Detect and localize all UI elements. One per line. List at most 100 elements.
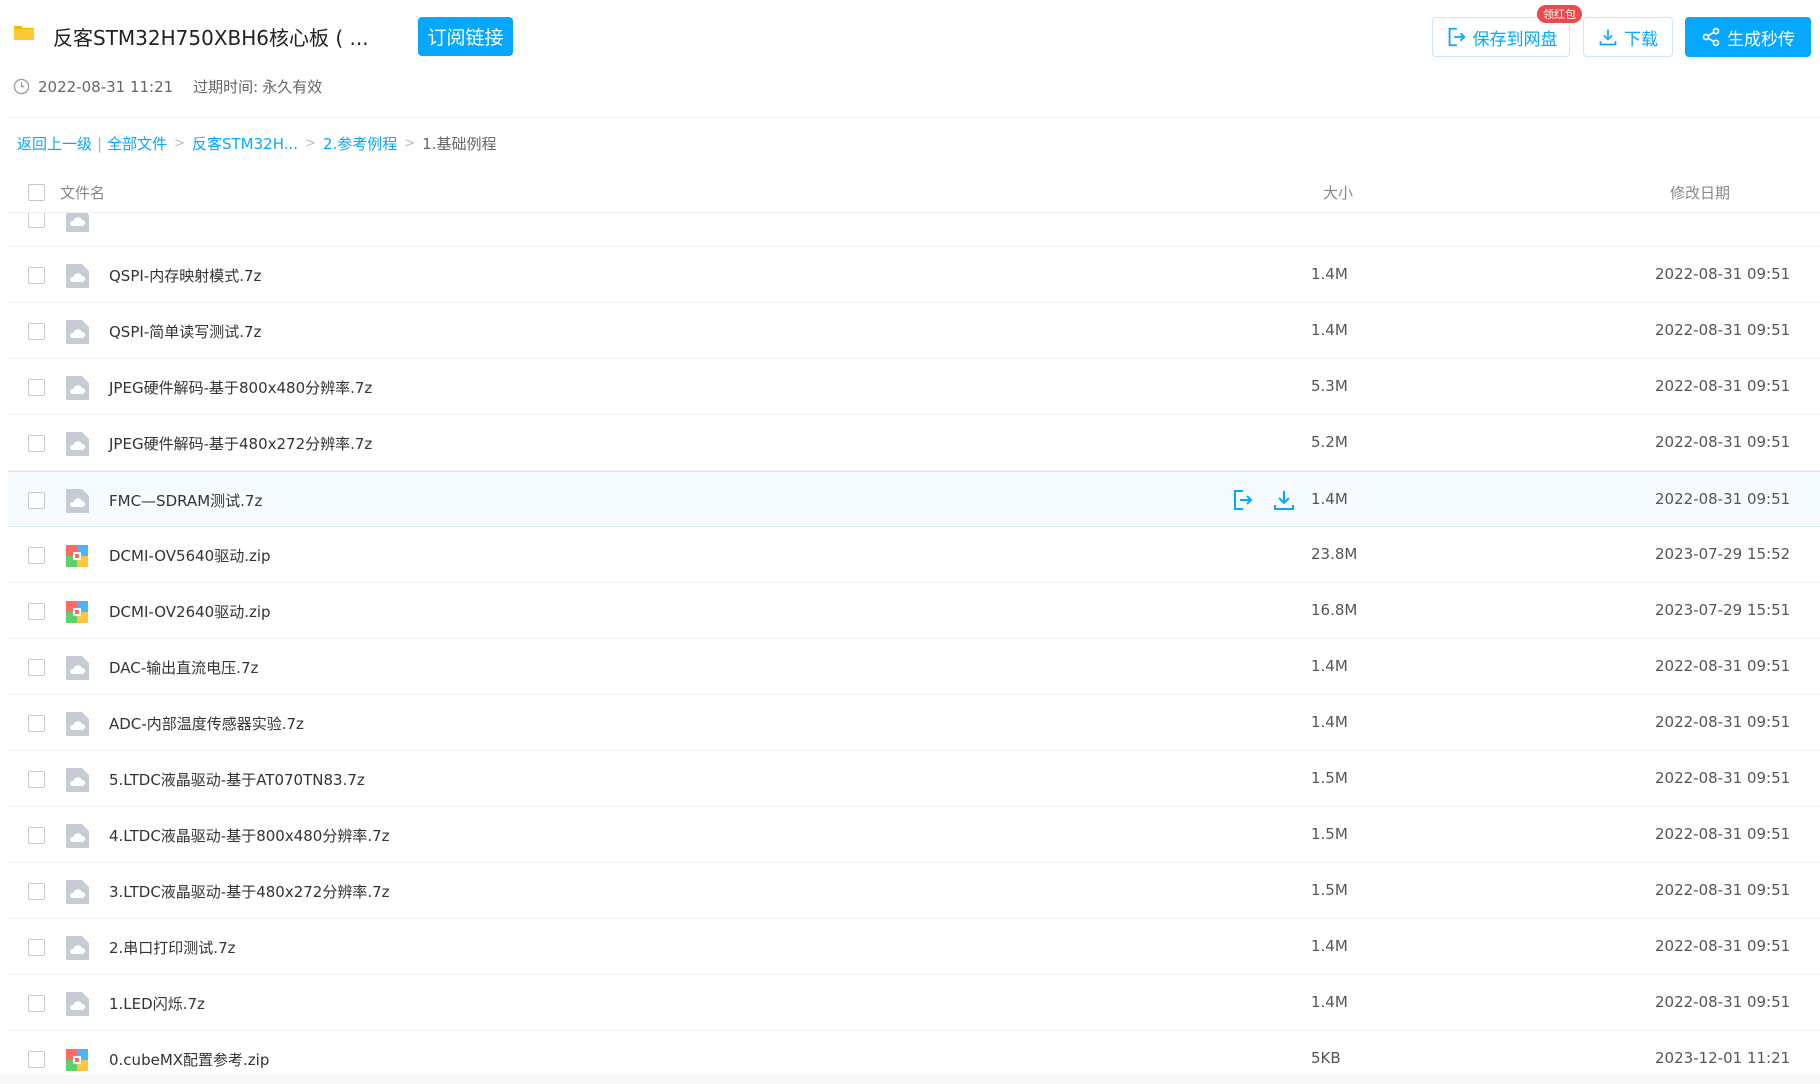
- file-name[interactable]: FMC—SDRAM测试.7z: [109, 490, 262, 511]
- file-list[interactable]: QSPI-内存映射模式.7z 1.4M 2022-08-31 09:51 QSPI-简…: [8, 213, 1820, 1074]
- select-all-checkbox[interactable]: [28, 184, 45, 201]
- row-save-to-cloud-icon[interactable]: [1230, 488, 1254, 512]
- file-modified-date: 2022-08-31 09:51: [1655, 657, 1791, 675]
- file-checkbox[interactable]: [28, 827, 45, 844]
- file-row[interactable]: 0.cubeMX配置参考.zip 5KB 2023-12-01 11:21: [8, 1031, 1820, 1074]
- file-size: 23.8M: [1311, 545, 1358, 563]
- file-modified-date: 2023-07-29 15:51: [1655, 601, 1791, 619]
- file-name[interactable]: 0.cubeMX配置参考.zip: [109, 1049, 269, 1070]
- file-checkbox[interactable]: [28, 659, 45, 676]
- file-name[interactable]: JPEG硬件解码-基于800x480分辨率.7z: [109, 377, 372, 398]
- expire-value: 永久有效: [262, 78, 323, 96]
- file-size: 1.5M: [1311, 769, 1348, 787]
- share-title: 反客STM32H750XBH6核心板 ( ...: [53, 26, 369, 50]
- row-download-icon[interactable]: [1272, 488, 1296, 512]
- subscribe-link-button[interactable]: 订阅链接: [418, 17, 513, 56]
- share-meta: 2022-08-31 11:21 过期时间: 永久有效: [13, 76, 322, 97]
- file-size: 1.4M: [1311, 490, 1348, 508]
- file-checkbox[interactable]: [28, 379, 45, 396]
- file-size: 1.4M: [1311, 657, 1348, 675]
- file-checkbox[interactable]: [28, 603, 45, 620]
- save-to-cloud-button[interactable]: 保存到网盘: [1432, 17, 1570, 57]
- created-time: 2022-08-31 11:21: [38, 77, 174, 96]
- file-checkbox[interactable]: [28, 267, 45, 284]
- breadcrumb-item-root-folder[interactable]: 反客STM32H...: [192, 133, 298, 154]
- file-checkbox[interactable]: [28, 771, 45, 788]
- generate-quick-transfer-label: 生成秒传: [1727, 29, 1795, 50]
- file-row[interactable]: FMC—SDRAM测试.7z 1.4M 2022-08-31 09:51: [8, 471, 1820, 527]
- folder-icon: [14, 26, 34, 40]
- file-modified-date: 2022-08-31 09:51: [1655, 937, 1791, 955]
- column-header-date[interactable]: 修改日期: [1670, 182, 1730, 203]
- compressed-file-icon: [66, 992, 89, 1016]
- file-name[interactable]: 3.LTDC液晶驱动-基于480x272分辨率.7z: [109, 881, 390, 902]
- file-row[interactable]: DAC-输出直流电压.7z 1.4M 2022-08-31 09:51: [8, 639, 1820, 695]
- file-modified-date: 2022-08-31 09:51: [1655, 490, 1791, 508]
- file-name[interactable]: 4.LTDC液晶驱动-基于800x480分辨率.7z: [109, 825, 390, 846]
- file-row[interactable]: 3.LTDC液晶驱动-基于480x272分辨率.7z 1.5M 2022-08-31…: [8, 863, 1820, 919]
- file-name[interactable]: DAC-输出直流电压.7z: [109, 657, 258, 678]
- compressed-file-icon: [66, 489, 89, 513]
- file-row[interactable]: DCMI-OV2640驱动.zip 16.8M 2023-07-29 15:51: [8, 583, 1820, 639]
- file-checkbox[interactable]: [28, 995, 45, 1012]
- file-row[interactable]: QSPI-内存映射模式.7z 1.4M 2022-08-31 09:51: [8, 247, 1820, 303]
- compressed-file-icon: [66, 936, 89, 960]
- file-name[interactable]: QSPI-内存映射模式.7z: [109, 265, 261, 286]
- zip-archive-icon: [66, 601, 88, 623]
- file-checkbox[interactable]: [28, 939, 45, 956]
- header-divider: [8, 117, 1820, 118]
- file-name[interactable]: 1.LED闪烁.7z: [109, 993, 205, 1014]
- file-row[interactable]: 4.LTDC液晶驱动-基于800x480分辨率.7z 1.5M 2022-08-31…: [8, 807, 1820, 863]
- file-modified-date: 2022-08-31 09:51: [1655, 321, 1791, 339]
- file-size: 1.4M: [1311, 937, 1348, 955]
- file-row[interactable]: 1.LED闪烁.7z 1.4M 2022-08-31 09:51: [8, 975, 1820, 1031]
- breadcrumb-item-examples[interactable]: 2.参考例程: [323, 133, 397, 154]
- file-checkbox[interactable]: [28, 883, 45, 900]
- file-checkbox[interactable]: [28, 323, 45, 340]
- compressed-file-icon: [66, 264, 89, 288]
- chevron-right-icon: >: [404, 136, 416, 151]
- column-header-size[interactable]: 大小: [1323, 182, 1353, 203]
- file-row[interactable]: JPEG硬件解码-基于480x272分辨率.7z 5.2M 2022-08-31 0…: [8, 415, 1820, 471]
- file-name[interactable]: DCMI-OV5640驱动.zip: [109, 545, 271, 566]
- breadcrumb-item-all-files[interactable]: 全部文件: [107, 133, 167, 154]
- generate-quick-transfer-button[interactable]: 生成秒传: [1685, 17, 1811, 57]
- file-row[interactable]: QSPI-简单读写测试.7z 1.4M 2022-08-31 09:51: [8, 303, 1820, 359]
- compressed-file-icon: [66, 320, 89, 344]
- file-row[interactable]: 2.串口打印测试.7z 1.4M 2022-08-31 09:51: [8, 919, 1820, 975]
- file-row[interactable]: DCMI-OV5640驱动.zip 23.8M 2023-07-29 15:52: [8, 527, 1820, 583]
- file-checkbox[interactable]: [28, 1051, 45, 1068]
- file-size: 1.4M: [1311, 713, 1348, 731]
- file-checkbox[interactable]: [28, 435, 45, 452]
- file-name[interactable]: JPEG硬件解码-基于480x272分辨率.7z: [109, 433, 372, 454]
- file-checkbox[interactable]: [28, 715, 45, 732]
- file-row[interactable]: JPEG硬件解码-基于800x480分辨率.7z 5.3M 2022-08-31 0…: [8, 359, 1820, 415]
- file-name[interactable]: QSPI-简单读写测试.7z: [109, 321, 261, 342]
- file-checkbox[interactable]: [28, 547, 45, 564]
- column-header-name[interactable]: 文件名: [60, 182, 105, 203]
- file-checkbox[interactable]: [28, 492, 45, 509]
- file-row[interactable]: ADC-内部温度传感器实验.7z 1.4M 2022-08-31 09:51: [8, 695, 1820, 751]
- file-modified-date: 2022-08-31 09:51: [1655, 377, 1791, 395]
- file-size: 1.4M: [1311, 993, 1348, 1011]
- file-name[interactable]: DCMI-OV2640驱动.zip: [109, 601, 271, 622]
- breadcrumb-back-link[interactable]: 返回上一级: [17, 133, 92, 154]
- file-name[interactable]: 5.LTDC液晶驱动-基于AT070TN83.7z: [109, 769, 365, 790]
- file-size: 5KB: [1311, 1049, 1341, 1067]
- file-size: 1.4M: [1311, 265, 1348, 283]
- file-row[interactable]: 5.LTDC液晶驱动-基于AT070TN83.7z 1.5M 2022-08-31 …: [8, 751, 1820, 807]
- download-label: 下载: [1624, 29, 1658, 50]
- file-name[interactable]: ADC-内部温度传感器实验.7z: [109, 713, 304, 734]
- breadcrumb-divider: |: [97, 134, 103, 153]
- page-bottom-strip: [0, 1074, 1820, 1084]
- compressed-file-icon: [66, 432, 89, 456]
- download-button[interactable]: 下载: [1583, 17, 1673, 57]
- compressed-file-icon: [66, 213, 89, 232]
- file-row[interactable]: [8, 213, 1820, 247]
- file-checkbox[interactable]: [28, 213, 45, 228]
- file-name[interactable]: 2.串口打印测试.7z: [109, 937, 236, 958]
- chevron-right-icon: >: [174, 136, 185, 151]
- download-icon: [1599, 29, 1617, 46]
- compressed-file-icon: [66, 712, 89, 736]
- zip-archive-icon: [66, 545, 88, 567]
